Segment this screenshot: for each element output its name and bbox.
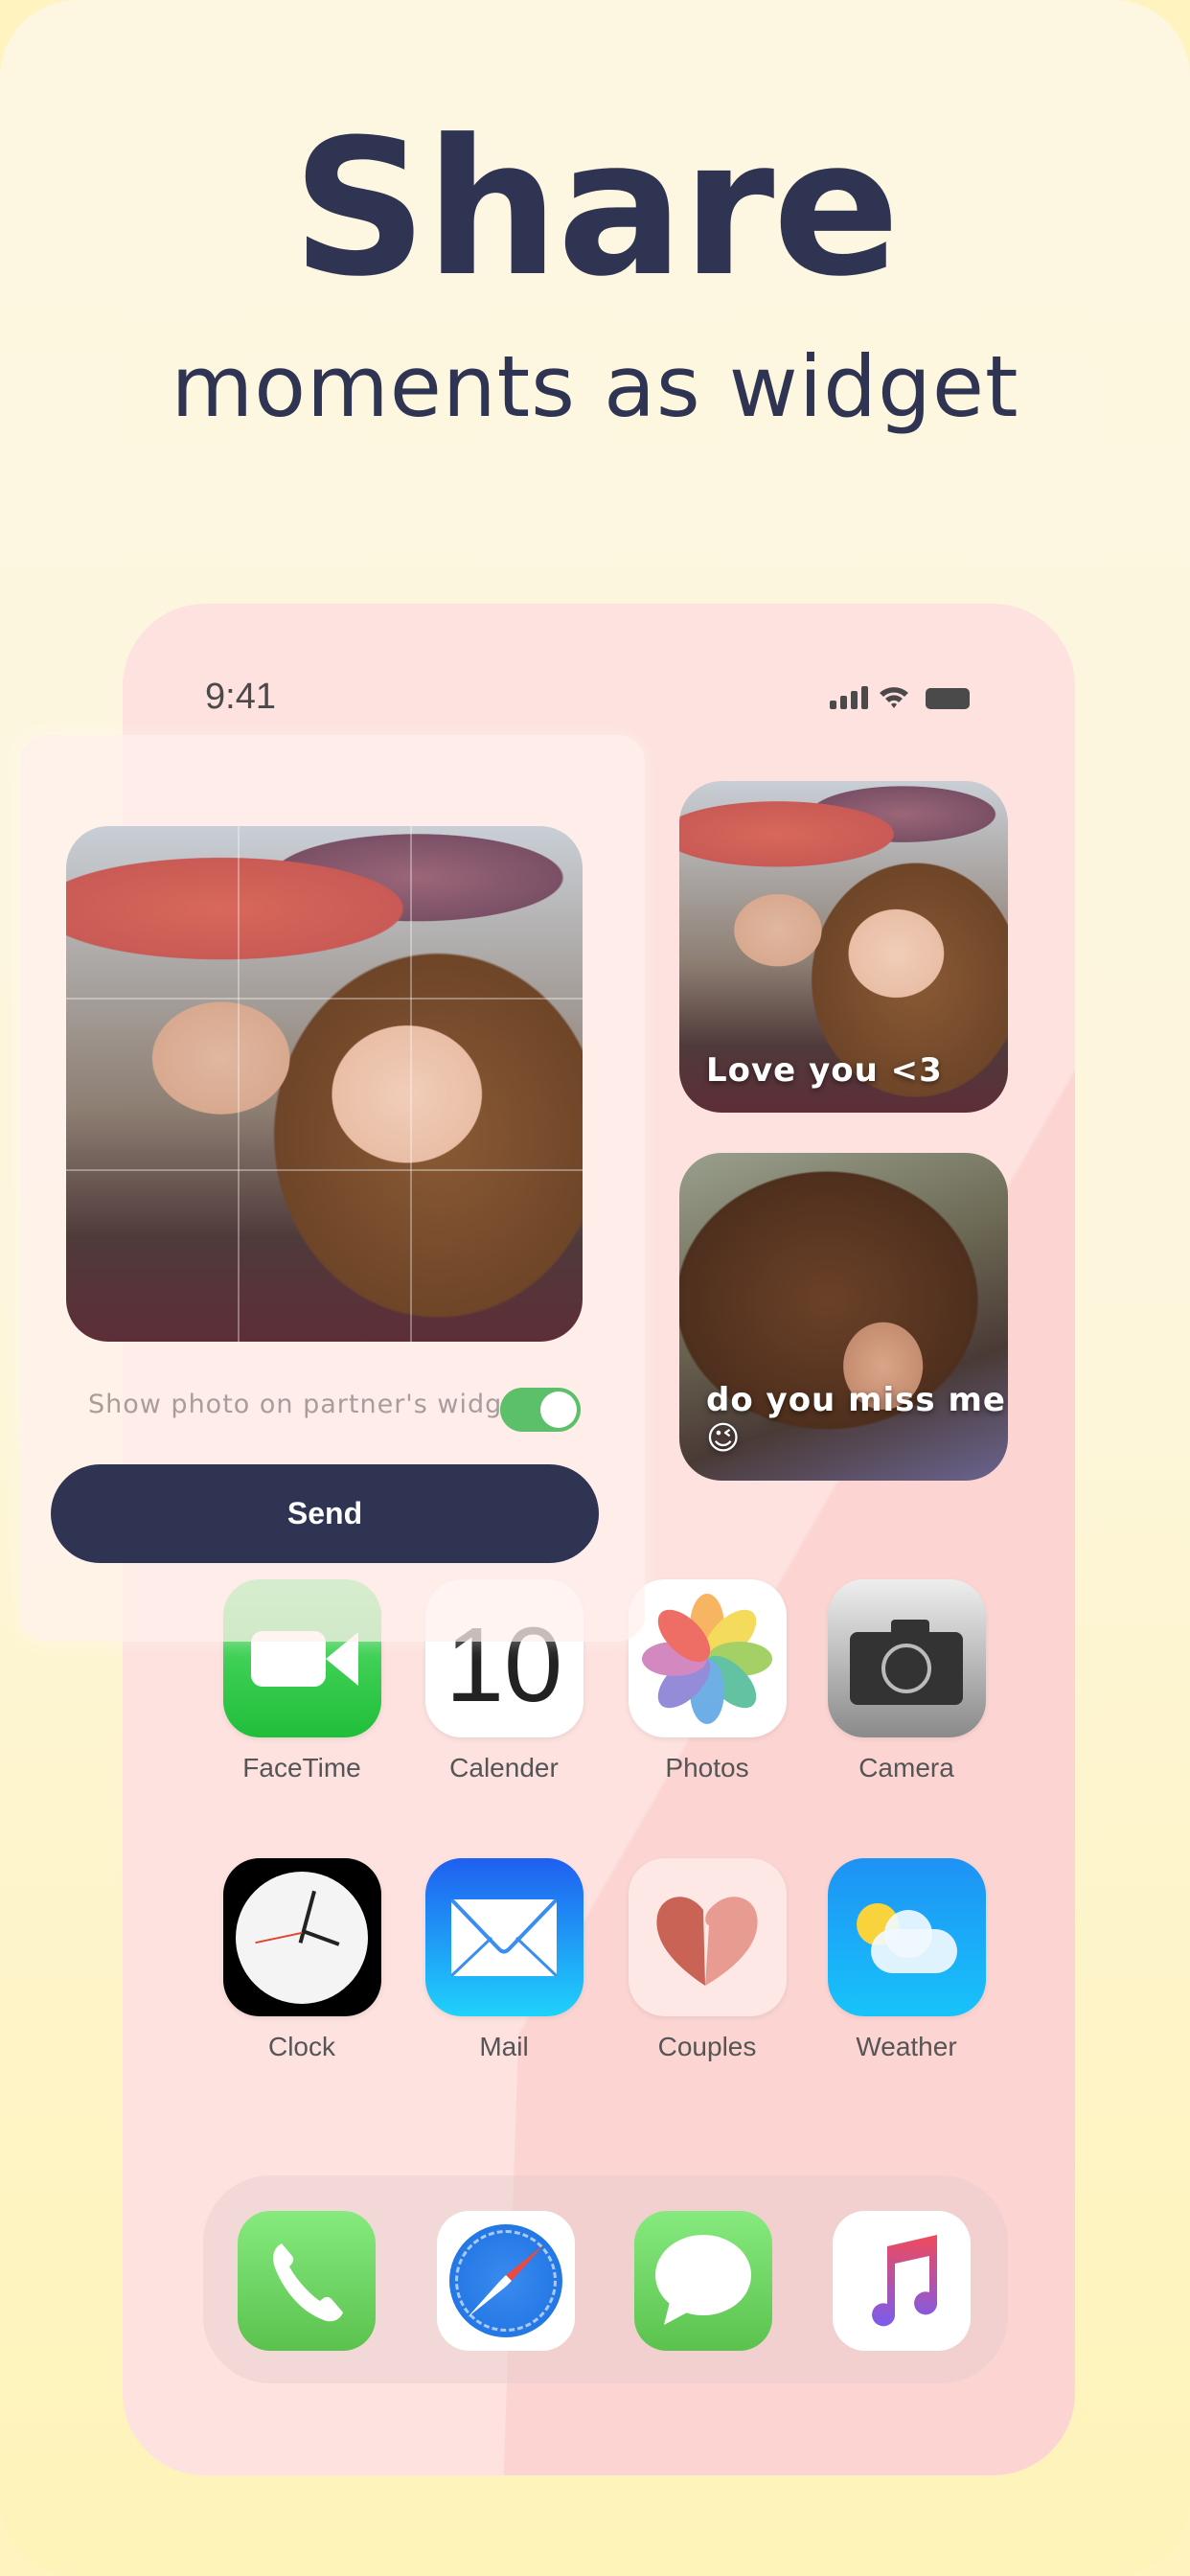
- crop-grid-line: [66, 998, 583, 1000]
- wifi-icon: [880, 687, 908, 708]
- safari-icon[interactable]: [437, 2211, 575, 2351]
- camera-icon: [827, 1579, 986, 1737]
- app-couples[interactable]: Couples: [611, 1858, 803, 2062]
- toggle-knob: [540, 1392, 577, 1428]
- show-photo-toggle[interactable]: [500, 1388, 581, 1432]
- selected-photo[interactable]: [66, 826, 583, 1342]
- widget-miss-me[interactable]: do you miss me 😉: [679, 1153, 1008, 1481]
- app-label: Mail: [479, 2032, 529, 2061]
- app-camera[interactable]: Camera: [811, 1579, 1002, 1783]
- send-button[interactable]: Send: [51, 1464, 599, 1563]
- headline-subtitle: moments as widget: [171, 337, 1019, 436]
- app-mail[interactable]: Mail: [408, 1858, 600, 2062]
- app-weather[interactable]: Weather: [811, 1858, 1002, 2062]
- phone-icon[interactable]: [238, 2211, 376, 2351]
- cellular-signal-icon: [830, 686, 868, 709]
- headline-title: Share: [291, 100, 901, 318]
- messages-icon[interactable]: [634, 2211, 772, 2351]
- widget-love-you[interactable]: Love you <3: [679, 781, 1008, 1113]
- app-label: Couples: [657, 2032, 757, 2061]
- mail-icon: [424, 1858, 584, 2016]
- photos-icon: [628, 1579, 787, 1737]
- crop-grid-line: [238, 826, 240, 1342]
- app-label: FaceTime: [242, 1753, 361, 1782]
- status-time: 9:41: [205, 677, 276, 717]
- widget-caption: do you miss me 😉: [706, 1381, 1006, 1458]
- app-label: Weather: [856, 2032, 957, 2061]
- weather-icon: [827, 1858, 986, 2016]
- clock-icon: [222, 1858, 381, 2016]
- widget-caption: Love you <3: [706, 1051, 943, 1090]
- crop-grid-line: [409, 826, 412, 1342]
- couples-heart-icon: [628, 1858, 787, 2016]
- app-label: Photos: [665, 1753, 749, 1782]
- music-icon[interactable]: [833, 2211, 971, 2351]
- app-label: Camera: [858, 1753, 954, 1782]
- toggle-label: Show photo on partner's widget: [88, 1390, 531, 1419]
- app-label: Clock: [267, 2032, 335, 2061]
- status-icons: [830, 684, 970, 709]
- battery-icon: [926, 688, 970, 709]
- app-label: Calender: [449, 1753, 559, 1782]
- crop-grid-line: [66, 1169, 583, 1172]
- app-clock[interactable]: Clock: [206, 1858, 398, 2062]
